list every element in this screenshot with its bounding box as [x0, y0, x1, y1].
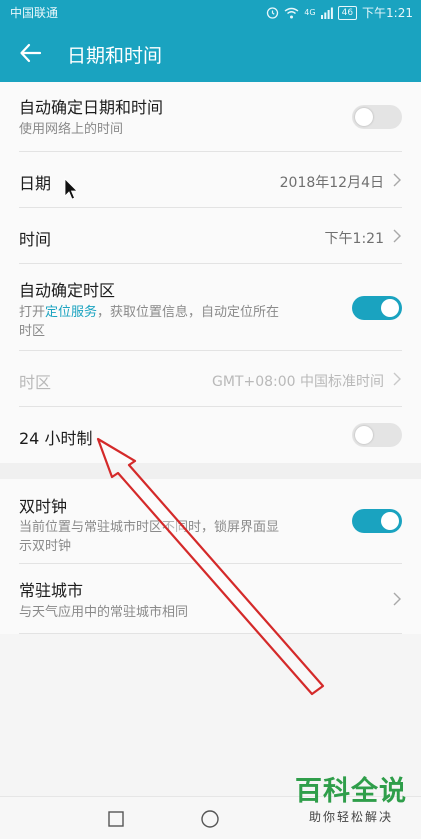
setting-label: 日期 — [19, 174, 52, 193]
setting-label: 自动确定日期和时间 — [19, 98, 164, 117]
24-hour-toggle[interactable] — [352, 423, 402, 447]
wifi-icon — [284, 7, 299, 18]
back-arrow-icon[interactable] — [18, 40, 44, 66]
dual-clock-toggle[interactable] — [352, 509, 402, 533]
watermark: 百科全说 助你轻松解决 — [295, 776, 407, 825]
group-divider — [0, 463, 421, 479]
setting-label: 时间 — [19, 230, 52, 249]
settings-group-clock: 双时钟 当前位置与常驻城市时区不同时，锁屏界面显 示双时钟 常驻城市 与天气应用中… — [0, 479, 421, 634]
setting-date[interactable]: 日期 2018年12月4日 — [19, 152, 402, 208]
date-value: 2018年12月4日 — [279, 175, 384, 191]
setting-subtitle: 使用网络上的时间 — [19, 122, 124, 137]
status-icons: 4G 46 下午1:21 — [266, 4, 413, 21]
chevron-right-icon — [393, 372, 401, 386]
setting-24-hour[interactable]: 24 小时制 — [19, 407, 402, 463]
chevron-right-icon — [393, 229, 401, 243]
setting-subtitle: 当前位置与常驻城市时区不同时，锁屏界面显 示双时钟 — [19, 520, 280, 554]
watermark-subtitle: 助你轻松解决 — [308, 810, 393, 824]
alarm-icon — [267, 7, 279, 19]
setting-subtitle: 打开定位服务，获取位置信息，自动定位所在 时区 — [19, 305, 280, 339]
setting-home-city[interactable]: 常驻城市 与天气应用中的常驻城市相同 — [19, 564, 402, 634]
setting-dual-clock[interactable]: 双时钟 当前位置与常驻城市时区不同时，锁屏界面显 示双时钟 — [19, 479, 402, 564]
app-bar: 日期和时间 — [0, 24, 421, 82]
home-icon[interactable] — [201, 810, 219, 828]
time-value: 下午1:21 — [324, 231, 384, 247]
setting-timezone: 时区 GMT+08:00 中国标准时间 — [19, 351, 402, 407]
status-bar: 中国联通 4G 46 下午1:21 — [0, 0, 421, 24]
setting-label: 自动确定时区 — [19, 281, 116, 300]
setting-label: 双时钟 — [19, 497, 68, 516]
setting-time[interactable]: 时间 下午1:21 — [19, 208, 402, 264]
settings-list: 自动确定日期和时间 使用网络上的时间 日期 2018年12月4日 时间 下午1:… — [0, 82, 421, 634]
setting-label: 时区 — [19, 373, 52, 392]
page-title: 日期和时间 — [67, 45, 163, 67]
chevron-right-icon — [393, 592, 401, 606]
signal-icon — [320, 7, 333, 19]
setting-label: 常驻城市 — [19, 581, 84, 600]
setting-label: 24 小时制 — [19, 429, 93, 448]
battery-level: 46 — [337, 5, 358, 20]
setting-auto-datetime[interactable]: 自动确定日期和时间 使用网络上的时间 — [19, 82, 402, 152]
status-time: 下午1:21 — [362, 6, 413, 20]
watermark-title: 百科全说 — [295, 776, 407, 807]
setting-auto-timezone[interactable]: 自动确定时区 打开定位服务，获取位置信息，自动定位所在 时区 — [19, 264, 402, 351]
settings-group-datetime: 自动确定日期和时间 使用网络上的时间 日期 2018年12月4日 时间 下午1:… — [0, 82, 421, 463]
setting-subtitle: 与天气应用中的常驻城市相同 — [19, 605, 189, 620]
chevron-right-icon — [393, 173, 401, 187]
timezone-value: GMT+08:00 中国标准时间 — [211, 374, 384, 390]
network-type: 4G — [304, 8, 316, 17]
location-service-link[interactable]: 定位服务 — [45, 305, 97, 320]
auto-datetime-toggle[interactable] — [352, 105, 402, 129]
carrier-name: 中国联通 — [10, 6, 59, 20]
recent-apps-icon[interactable] — [108, 811, 124, 827]
auto-timezone-toggle[interactable] — [352, 296, 402, 320]
